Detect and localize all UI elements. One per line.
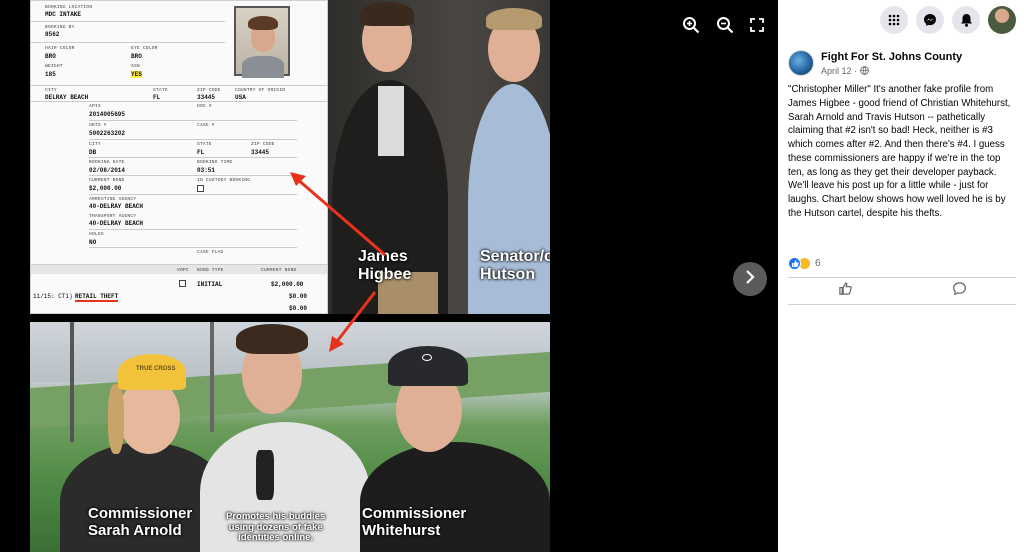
like-button[interactable] — [788, 278, 902, 304]
mugshot-photo — [234, 6, 290, 78]
case-flag-label: CASE FLAG — [197, 250, 224, 255]
post-header: Fight For St. Johns County April 12 · — [788, 50, 1014, 84]
top-nav-icons — [880, 6, 1016, 34]
globe-icon — [859, 66, 869, 76]
post-panel: Fight For St. Johns County April 12 · "C… — [778, 0, 1024, 552]
profile-avatar[interactable] — [988, 6, 1016, 34]
caption-promotes: Promotes his buddies using dozens of fak… — [226, 511, 326, 544]
bond-amount-3: $0.00 — [289, 305, 308, 312]
city-value: DELRAY BEACH — [45, 94, 89, 101]
holds-value: NO — [89, 239, 97, 246]
zip-value: 33445 — [197, 94, 216, 101]
booking-time-value: 03:51 — [197, 167, 216, 174]
fullscreen-icon[interactable] — [750, 18, 764, 37]
booking-date-value: 02/08/2014 — [89, 167, 126, 174]
holds-label: HOLDS — [89, 232, 104, 237]
post-date[interactable]: April 12 · — [821, 66, 857, 76]
photo-viewer: BOOKING LOCATION MDC INTAKE BOOKING BY 8… — [0, 0, 778, 552]
collage-image: BOOKING LOCATION MDC INTAKE BOOKING BY 8… — [30, 0, 550, 552]
chevron-right-icon — [744, 269, 756, 289]
current-bond-label: CURRENT BOND — [261, 268, 297, 273]
ssn-label: SSN — [131, 64, 140, 69]
obts-value: 5002263202 — [89, 130, 126, 137]
bond-type-value: INITIAL — [197, 281, 223, 288]
photo-higbee-hutson: James Higbee Senator/c Hutson — [328, 0, 550, 314]
caption-sarah-arnold: Commissioner Sarah Arnold — [88, 505, 193, 539]
cap-yellow — [118, 354, 186, 390]
like-reaction-icon — [788, 256, 801, 270]
state-label: STATE — [153, 88, 168, 93]
reactions-summary[interactable]: 6 — [788, 256, 821, 270]
custody-checkbox — [197, 185, 204, 192]
vopc-label: VOPC — [177, 268, 189, 273]
city2-value: DB — [89, 149, 97, 156]
ssn-value: YES — [131, 71, 142, 78]
charge-prefix: 11/15: CT1) — [33, 293, 73, 300]
hair-value: BRO — [45, 53, 56, 60]
custody-label: IN CUSTODY BOOKING — [197, 178, 251, 183]
state2-value: FL — [197, 149, 205, 156]
zip-label: ZIP CODE — [197, 88, 221, 93]
caption-senator-hutson: Senator/c Hutson — [480, 248, 550, 283]
post-meta: April 12 · — [821, 66, 869, 76]
booking-location-label: BOOKING LOCATION — [45, 5, 93, 10]
next-photo-button[interactable] — [733, 262, 767, 296]
country-value: USA — [235, 94, 246, 101]
zip2-value: 33445 — [251, 149, 270, 156]
bond-label: CURRENT BOND — [89, 178, 125, 183]
booking-record: BOOKING LOCATION MDC INTAKE BOOKING BY 8… — [30, 0, 328, 314]
bond-value: $2,000.00 — [89, 185, 122, 192]
caption-whitehurst: Commissioner Whitehurst — [362, 505, 467, 539]
post-text: "Christopher Miller" It's another fake p… — [788, 84, 1011, 219]
charge-retail-theft: RETAIL THEFT — [75, 293, 119, 302]
transport-value: 40-DELRAY BEACH — [89, 220, 144, 227]
comment-icon — [952, 281, 967, 301]
page-avatar[interactable] — [788, 50, 814, 76]
cap-black — [388, 346, 468, 386]
hair-label: HAIR COLOR — [45, 46, 75, 51]
caption-james-higbee: James Higbee — [358, 248, 412, 283]
obts-label: OBTS # — [89, 123, 107, 128]
doc-label: DOC # — [197, 104, 212, 109]
bond-amount-2: $0.00 — [289, 293, 308, 300]
like-icon — [838, 281, 853, 301]
bond-type-label: BOND TYPE — [197, 268, 224, 273]
city2-label: CITY — [89, 142, 101, 147]
apis-value: 2014005695 — [89, 111, 126, 118]
eye-label: EYE COLOR — [131, 46, 158, 51]
post-actions — [788, 277, 1016, 305]
transport-label: TRANSPORT AGENCY — [89, 214, 137, 219]
case-label: CASE # — [197, 123, 215, 128]
booking-date-label: BOOKING DATE — [89, 160, 125, 165]
weight-value: 185 — [45, 71, 56, 78]
bond-amount-1: $2,000.00 — [271, 281, 304, 288]
messenger-icon[interactable] — [916, 6, 944, 34]
state-value: FL — [153, 94, 161, 101]
booking-time-label: BOOKING TIME — [197, 160, 233, 165]
booking-location: MDC INTAKE — [45, 11, 82, 18]
country-label: COUNTRY OF ORIGIN — [235, 88, 286, 93]
photo-commissioners: TRUE CROSS Commissioner Sarah Arnold Pro… — [30, 322, 550, 552]
zoom-out-icon[interactable] — [716, 16, 734, 39]
page-name-link[interactable]: Fight For St. Johns County — [821, 51, 962, 63]
menu-grid-icon[interactable] — [880, 6, 908, 34]
state2-label: STATE — [197, 142, 212, 147]
zip2-label: ZIP CODE — [251, 142, 275, 147]
reaction-count: 6 — [815, 257, 821, 269]
zoom-in-icon[interactable] — [682, 16, 700, 39]
apis-label: APIS — [89, 104, 101, 109]
weight-label: WEIGHT — [45, 64, 63, 69]
vopc-checkbox — [179, 280, 186, 287]
bell-icon[interactable] — [952, 6, 980, 34]
arresting-value: 40-DELRAY BEACH — [89, 203, 144, 210]
cap-text: TRUE CROSS — [136, 366, 176, 372]
booking-by: 8562 — [45, 31, 60, 38]
comment-button[interactable] — [902, 278, 1016, 304]
city-label: CITY — [45, 88, 57, 93]
eye-value: BRO — [131, 53, 142, 60]
arresting-label: ARRESTING AGENCY — [89, 197, 137, 202]
booking-by-label: BOOKING BY — [45, 25, 75, 30]
